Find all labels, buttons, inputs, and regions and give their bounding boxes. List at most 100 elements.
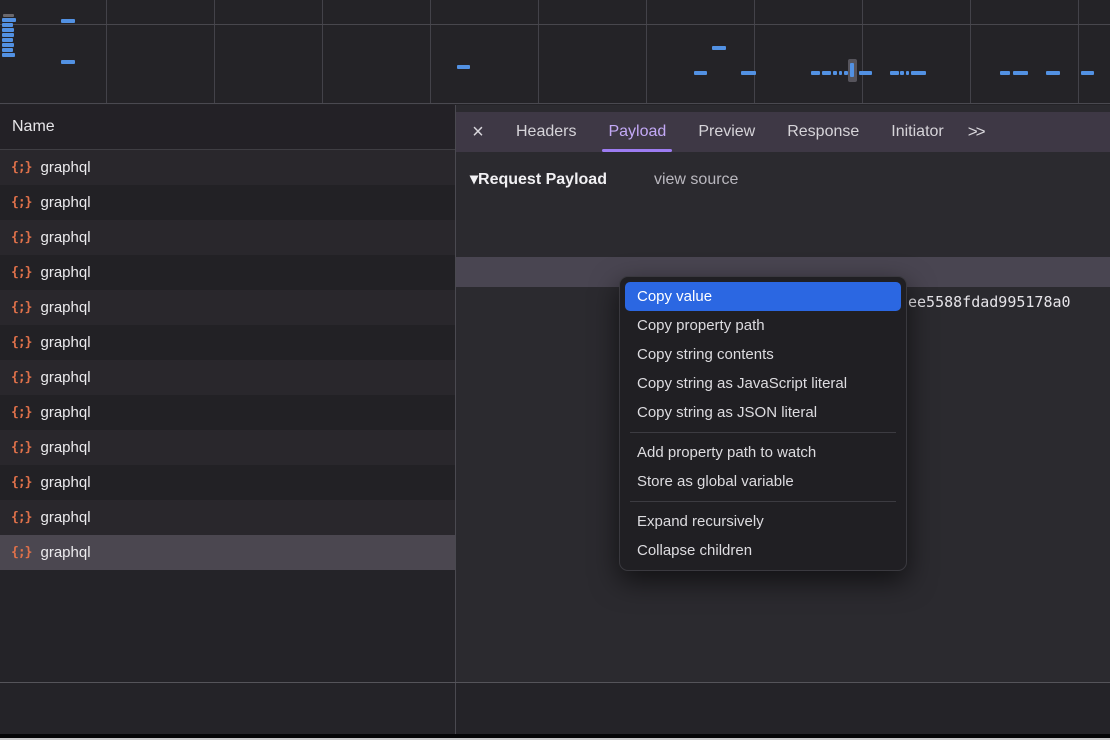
request-list: {;} graphql {;} graphql {;} graphql {;} graphql… [0, 150, 455, 570]
json-braces-icon: {;} [11, 545, 31, 560]
menu-item-add-property-path-to-watch[interactable]: Add property path to watch [625, 438, 901, 467]
json-braces-icon: {;} [11, 160, 31, 175]
overview-gridline [862, 0, 863, 103]
request-timing-bar [2, 48, 13, 52]
table-row[interactable]: {;} graphql [0, 220, 455, 255]
tab-preview[interactable]: Preview [682, 112, 771, 152]
request-timing-bar [2, 43, 14, 47]
overview-gridline [106, 0, 107, 103]
json-braces-icon: {;} [11, 510, 31, 525]
overview-gridline [322, 0, 323, 103]
request-timing-bar [911, 71, 926, 75]
overview-gridline [0, 24, 1110, 25]
request-timing-bar [2, 23, 13, 27]
overview-gridline [538, 0, 539, 103]
overview-gridline [430, 0, 431, 103]
tab-initiator[interactable]: Initiator [875, 112, 959, 152]
json-braces-icon: {;} [11, 440, 31, 455]
menu-item-copy-property-path[interactable]: Copy property path [625, 311, 901, 340]
table-row[interactable]: {;}graphql [0, 395, 455, 430]
json-braces-icon: {;} [11, 335, 31, 350]
selected-request-marker [848, 59, 857, 82]
chevron-double-right-icon[interactable]: >> [968, 122, 984, 142]
requests-panel: Name {;}graphql{;}graphql{;}graphql{;}gr… [0, 105, 455, 682]
menu-item-copy-string-as-json-literal[interactable]: Copy string as JSON literal [625, 398, 901, 427]
overview-gridline [1078, 0, 1079, 103]
footer-divider [455, 683, 456, 735]
payload-root-row[interactable]: ▼{operationName: "ipFlowTimeseries", var… [456, 197, 1110, 227]
json-braces-icon: {;} [11, 195, 31, 210]
menu-item-copy-string-contents[interactable]: Copy string contents [625, 340, 901, 369]
table-row[interactable]: {;} graphql [0, 150, 455, 185]
menu-item-expand-recursively[interactable]: Expand recursively [625, 507, 901, 536]
table-row[interactable]: {;}graphql [0, 500, 455, 535]
overview-gridline [214, 0, 215, 103]
json-braces-icon: {;} [11, 370, 31, 385]
devtools-network-panel: Name {;}graphql{;}graphql{;}graphql{;}gr… [0, 0, 1110, 740]
table-row[interactable]: {;} graphql [0, 465, 455, 500]
request-name: graphql [40, 439, 90, 456]
menu-separator [630, 432, 896, 433]
table-row[interactable]: {;}graphql [0, 360, 455, 395]
json-braces-icon: {;} [11, 475, 31, 490]
table-row[interactable]: {;} graphql [0, 535, 455, 570]
request-timing-bar [457, 65, 470, 69]
json-braces-icon: {;} [11, 300, 31, 315]
menu-separator [630, 501, 896, 502]
menu-item-store-as-global-variable[interactable]: Store as global variable [625, 467, 901, 496]
request-name: graphql [40, 194, 90, 211]
network-overview-timeline[interactable] [0, 0, 1110, 104]
tab-response[interactable]: Response [771, 112, 875, 152]
request-timing-bar [61, 60, 75, 64]
close-icon[interactable]: × [456, 121, 500, 144]
tab-payload[interactable]: Payload [592, 112, 682, 152]
menu-item-collapse-children[interactable]: Collapse children [625, 536, 901, 565]
table-row[interactable]: {;} graphql [0, 185, 455, 220]
request-name: graphql [40, 544, 90, 561]
request-timing-bar [1046, 71, 1060, 75]
table-row[interactable]: {;} graphql [0, 290, 455, 325]
table-row[interactable]: {;} graphql [0, 325, 455, 360]
overview-gridline [646, 0, 647, 103]
request-timing-bar [741, 71, 756, 75]
menu-item-copy-value[interactable]: Copy value [625, 282, 901, 311]
menu-item-copy-string-as-javascript-literal[interactable]: Copy string as JavaScript literal [625, 369, 901, 398]
section-collapse-triangle[interactable]: ▾ [470, 169, 478, 189]
status-footer [0, 682, 1110, 734]
request-name: graphql [40, 159, 90, 176]
request-timing-bar [1013, 71, 1028, 75]
request-name: graphql [40, 334, 90, 351]
request-name: graphql [40, 229, 90, 246]
tab-headers[interactable]: Headers [500, 112, 592, 152]
json-braces-icon: {;} [11, 265, 31, 280]
name-column-label: Name [12, 118, 55, 136]
request-payload-header: ▾ Request Payload view source [456, 152, 1110, 197]
name-column-header[interactable]: Name [0, 105, 455, 150]
view-source-link[interactable]: view source [654, 171, 738, 189]
context-menu: Copy valueCopy property pathCopy string … [619, 276, 907, 571]
request-timing-bar [2, 18, 16, 22]
request-timing-bar [61, 19, 75, 23]
request-name: graphql [40, 264, 90, 281]
variables-value-continuation: ee5588fdad995178a0 [908, 287, 1071, 317]
request-timing-bar [2, 33, 14, 37]
request-timing-bar [694, 71, 707, 75]
request-timing-bar [2, 28, 14, 32]
json-braces-icon: {;} [11, 230, 31, 245]
request-name: graphql [40, 474, 90, 491]
request-timing-bar [906, 71, 909, 75]
request-timing-bar [859, 71, 872, 75]
request-timing-bar [822, 71, 831, 75]
detail-tab-bar: × HeadersPayloadPreviewResponseInitiator… [456, 112, 1110, 152]
request-timing-bar [811, 71, 820, 75]
request-timing-bar [900, 71, 904, 75]
table-row[interactable]: {;} graphql [0, 255, 455, 290]
request-timing-bar [833, 71, 837, 75]
payload-operation-row[interactable]: operationName: "ipFlowTimeseries" [456, 227, 1110, 257]
request-timing-bar [1000, 71, 1010, 75]
request-name: graphql [40, 299, 90, 316]
table-row[interactable]: {;} graphql [0, 430, 455, 465]
overview-gridline [970, 0, 971, 103]
json-braces-icon: {;} [11, 405, 31, 420]
request-timing-bar [2, 53, 15, 57]
